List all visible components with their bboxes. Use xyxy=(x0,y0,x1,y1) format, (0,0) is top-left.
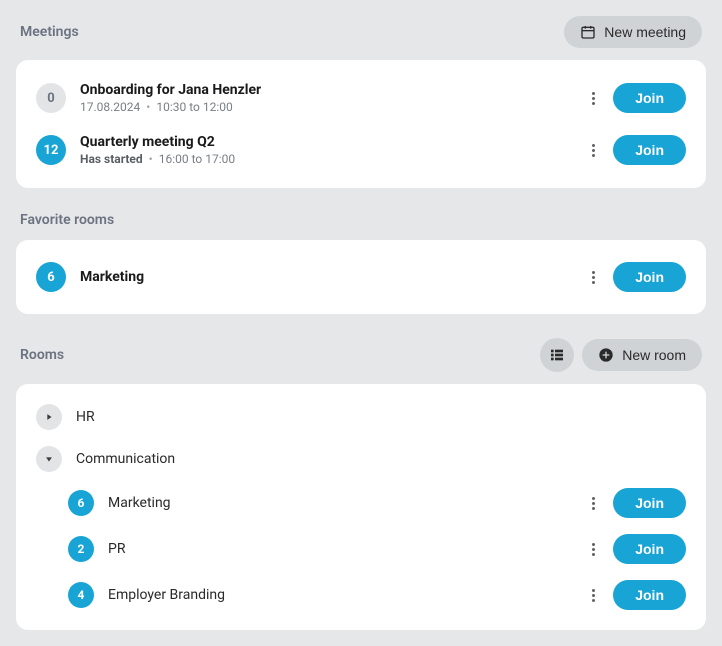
plus-circle-icon xyxy=(598,347,614,363)
rooms-header: Rooms Ne xyxy=(16,338,706,372)
rooms-card: HR Communication 6 Marketing Join xyxy=(16,384,706,630)
room-badge: 4 xyxy=(68,582,94,608)
room-group-children: 6 Marketing Join 2 PR Join 4 Employer Br xyxy=(24,480,698,618)
room-name: PR xyxy=(108,541,569,557)
meeting-badge: 0 xyxy=(36,83,66,113)
favorite-room-row: 6 Marketing Join xyxy=(24,252,698,302)
favorites-card: 6 Marketing Join xyxy=(16,240,706,314)
dot-separator: • xyxy=(149,152,153,166)
meeting-subtitle: Has started • 16:00 to 17:00 xyxy=(80,152,569,166)
room-name: Marketing xyxy=(108,495,569,511)
join-button[interactable]: Join xyxy=(613,488,686,518)
chevron-down-icon xyxy=(44,454,54,464)
calendar-icon xyxy=(580,24,596,40)
room-badge: 6 xyxy=(36,262,66,292)
expand-toggle[interactable] xyxy=(36,404,62,430)
room-name: Employer Branding xyxy=(108,587,569,603)
meeting-time: 10:30 to 12:00 xyxy=(156,100,232,114)
join-button[interactable]: Join xyxy=(613,534,686,564)
room-name: Marketing xyxy=(80,269,569,285)
meeting-title: Quarterly meeting Q2 xyxy=(80,134,569,150)
room-group-label: HR xyxy=(76,409,95,425)
join-button[interactable]: Join xyxy=(613,135,686,165)
meeting-started-label: Has started xyxy=(80,152,143,166)
join-button[interactable]: Join xyxy=(613,83,686,113)
dot-separator: • xyxy=(146,100,150,114)
meeting-row: 12 Quarterly meeting Q2 Has started • 16… xyxy=(24,124,698,176)
new-meeting-button[interactable]: New meeting xyxy=(564,16,702,48)
room-group-label: Communication xyxy=(76,451,175,467)
rooms-title: Rooms xyxy=(20,347,64,363)
more-menu-button[interactable] xyxy=(583,537,603,561)
meeting-badge: 12 xyxy=(36,135,66,165)
more-menu-button[interactable] xyxy=(583,265,603,289)
join-button[interactable]: Join xyxy=(613,262,686,292)
room-row: 2 PR Join xyxy=(56,526,698,572)
room-row: 4 Employer Branding Join xyxy=(56,572,698,618)
more-menu-button[interactable] xyxy=(583,491,603,515)
collapse-toggle[interactable] xyxy=(36,446,62,472)
app-root: Meetings New meeting 0 Onboarding for xyxy=(0,0,722,646)
new-meeting-label: New meeting xyxy=(604,24,686,40)
meetings-card: 0 Onboarding for Jana Henzler 17.08.2024… xyxy=(16,60,706,188)
meeting-body: Quarterly meeting Q2 Has started • 16:00… xyxy=(80,134,569,166)
meeting-subtitle: 17.08.2024 • 10:30 to 12:00 xyxy=(80,100,569,114)
room-badge: 6 xyxy=(68,490,94,516)
chevron-right-icon xyxy=(44,412,54,422)
more-menu-button[interactable] xyxy=(583,86,603,110)
meeting-body: Onboarding for Jana Henzler 17.08.2024 •… xyxy=(80,82,569,114)
room-badge: 2 xyxy=(68,536,94,562)
room-group-row: Communication xyxy=(24,438,698,480)
meeting-date: 17.08.2024 xyxy=(80,100,140,114)
favorites-header: Favorite rooms xyxy=(16,212,706,228)
more-menu-button[interactable] xyxy=(583,138,603,162)
more-menu-button[interactable] xyxy=(583,583,603,607)
favorites-title: Favorite rooms xyxy=(20,212,114,228)
list-view-button[interactable] xyxy=(540,338,574,372)
meetings-title: Meetings xyxy=(20,24,79,40)
room-row: 6 Marketing Join xyxy=(56,480,698,526)
join-button[interactable]: Join xyxy=(613,580,686,610)
new-room-button[interactable]: New room xyxy=(582,339,702,371)
meeting-row: 0 Onboarding for Jana Henzler 17.08.2024… xyxy=(24,72,698,124)
meeting-time: 16:00 to 17:00 xyxy=(159,152,235,166)
meeting-title: Onboarding for Jana Henzler xyxy=(80,82,569,98)
list-icon xyxy=(549,347,565,363)
meetings-header: Meetings New meeting xyxy=(16,16,706,48)
new-room-label: New room xyxy=(622,347,686,363)
room-group-row: HR xyxy=(24,396,698,438)
